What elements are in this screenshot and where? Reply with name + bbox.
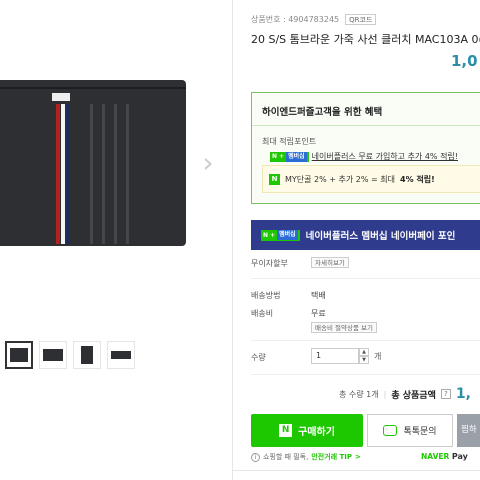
thumbnail-1[interactable] (5, 341, 33, 369)
buy-button[interactable]: N 구매하기 (251, 414, 363, 447)
naver-plus-join-row[interactable]: N + 멤버십 네이버플러스 무료 가입하고 추가 4% 적립! (270, 151, 458, 162)
safe-trade-tip-link[interactable]: 안전거래 TIP (311, 452, 352, 462)
safe-trade-text: 쇼핑할 때 필독, (263, 453, 309, 461)
shipping-fee-value: 무료 (311, 309, 326, 318)
thumbnail-4[interactable] (107, 341, 135, 369)
red-stripe (56, 104, 60, 244)
divider (251, 278, 480, 279)
combo-point-box: N MY단골 2% + 추가 2% = 최대 4% 적립! (262, 165, 480, 193)
total-divider: | (383, 389, 387, 399)
shipping-saving-button[interactable]: 배송비 절약상품 보기 (311, 322, 377, 333)
blue-stripe (66, 104, 70, 244)
grey-stripe (102, 104, 105, 244)
total-amount-value: 1, (455, 386, 471, 402)
divider (251, 340, 480, 341)
naverpay-logo: NAVER Pay (421, 452, 468, 461)
product-main-image[interactable] (0, 80, 186, 246)
next-image-arrow-icon[interactable]: › (198, 148, 218, 178)
shipping-method-value: 택배 (311, 291, 326, 300)
brand-tag (52, 93, 70, 101)
quantity-label: 수량 (251, 353, 266, 362)
product-code: 상품번호 : 4904783245 (251, 15, 340, 24)
product-code-row: 상품번호 : 4904783245 QR코드 (251, 14, 377, 25)
wishlist-button[interactable]: 찜하 (457, 414, 480, 447)
naver-plus-join-link[interactable]: 네이버플러스 무료 가입하고 추가 4% 적립! (312, 151, 458, 162)
banner-text: 네이버플러스 멤버십 네이버페이 포인 (305, 231, 456, 242)
interest-free-detail-button[interactable]: 자세히보기 (311, 257, 349, 268)
quantity-up-icon[interactable]: ▲ (359, 348, 369, 356)
divider (251, 374, 480, 375)
qr-code-button[interactable]: QR코드 (345, 14, 377, 25)
naver-plus-badge: N + 멤버십 (270, 151, 309, 162)
zipper-line (0, 87, 186, 89)
naver-n-icon: N (269, 173, 280, 185)
thumbnail-3[interactable] (73, 341, 101, 369)
help-icon[interactable]: ? (440, 389, 451, 399)
quantity-unit: 개 (374, 352, 382, 361)
shipping-fee-label: 배송비 (251, 309, 274, 318)
naver-n-icon: N (279, 424, 293, 437)
combo-text: MY단골 2% + 추가 2% = 최대 (285, 174, 395, 184)
total-row: 총 수량 1개 | 총 상품금액 ? 1, (339, 386, 471, 402)
quantity-down-icon[interactable]: ▼ (359, 356, 369, 364)
naver-plus-badge: N + 멤버십 (261, 229, 300, 241)
max-point-label: 최대 적립포인트 (262, 137, 317, 146)
talktalk-inquiry-button[interactable]: 톡톡문의 (367, 414, 453, 447)
product-gallery: › (0, 0, 232, 480)
quantity-input[interactable]: 1 (311, 348, 359, 364)
chat-bubble-icon (383, 425, 398, 436)
divider (233, 470, 480, 471)
grey-stripe (114, 104, 117, 244)
benefits-heading: 하이엔드퍼즐고객을 위한 혜택 (262, 107, 383, 118)
naver-plus-banner[interactable]: N + 멤버십 네이버플러스 멤버십 네이버페이 포인 (251, 220, 480, 250)
grey-stripe (90, 104, 93, 244)
total-amount-label: 총 상품금액 (391, 390, 436, 401)
product-info-pane: 상품번호 : 4904783245 QR코드 20 S/S 톰브라운 가죽 사선… (232, 0, 480, 480)
thumbnail-strip (5, 341, 135, 369)
buy-button-label: 구매하기 (298, 427, 335, 438)
product-title: 20 S/S 톰브라운 가죽 사선 클러치 MAC103A 0( (251, 33, 480, 46)
safe-trade-row: i 쇼핑할 때 필독, 안전거래 TIP > (251, 452, 361, 462)
info-icon: i (251, 452, 260, 462)
talktalk-label: 톡톡문의 (403, 427, 437, 437)
shipping-method-label: 배송방법 (251, 291, 281, 300)
total-count: 총 수량 1개 (339, 389, 379, 399)
thumbnail-2[interactable] (39, 341, 67, 369)
product-price: 1,0 (451, 52, 478, 70)
benefits-box: 하이엔드퍼즐고객을 위한 혜택 최대 적립포인트 N + 멤버십 네이버플러스 무료… (251, 92, 480, 204)
chevron-right-icon[interactable]: > (355, 453, 361, 461)
interest-free-label: 무이자할부 (251, 259, 288, 268)
white-stripe (61, 104, 65, 244)
combo-highlight: 4% 적립! (400, 174, 435, 184)
divider (252, 125, 480, 126)
grey-stripe (126, 104, 129, 244)
